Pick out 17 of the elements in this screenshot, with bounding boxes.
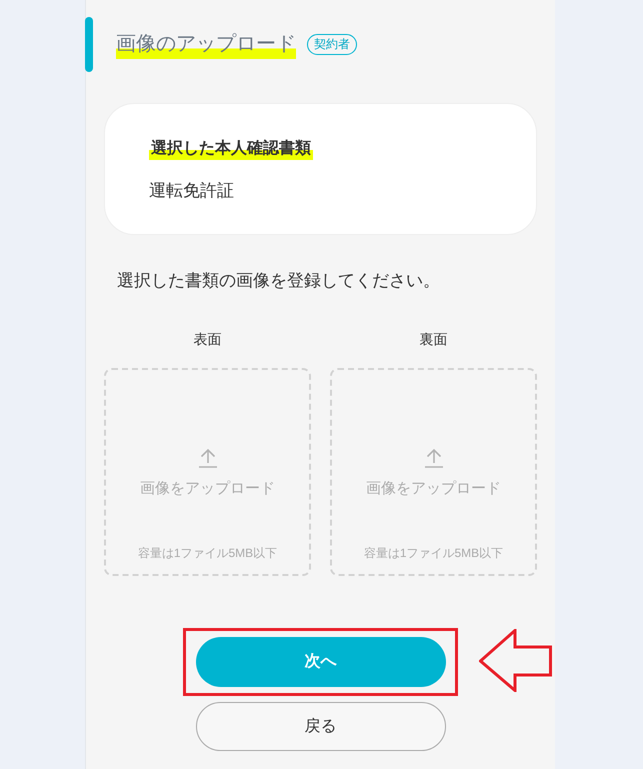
- upload-icon: [198, 448, 218, 468]
- back-button[interactable]: 戻る: [196, 702, 446, 751]
- size-limit-note: 容量は1ファイル5MB以下: [364, 545, 504, 561]
- next-button[interactable]: 次へ: [196, 637, 446, 687]
- upload-dropzone[interactable]: 画像をアップロード 容量は1ファイル5MB以下: [330, 368, 537, 576]
- upload-icon: [424, 448, 444, 468]
- size-limit-note: 容量は1ファイル5MB以下: [138, 545, 278, 561]
- upload-dropzone[interactable]: 画像をアップロード 容量は1ファイル5MB以下: [104, 368, 311, 576]
- side-label: 裏面: [420, 330, 448, 349]
- upload-prompt: 画像をアップロード: [140, 479, 275, 499]
- side-label: 表面: [194, 330, 222, 349]
- document-name: 運転免許証: [149, 180, 234, 202]
- accent-bar: [85, 17, 93, 72]
- instruction-text: 選択した書類の画像を登録してください。: [117, 270, 441, 292]
- upload-prompt: 画像をアップロード: [366, 479, 501, 499]
- role-badge: 契約者: [307, 34, 357, 55]
- left-arrow-icon: [478, 629, 552, 692]
